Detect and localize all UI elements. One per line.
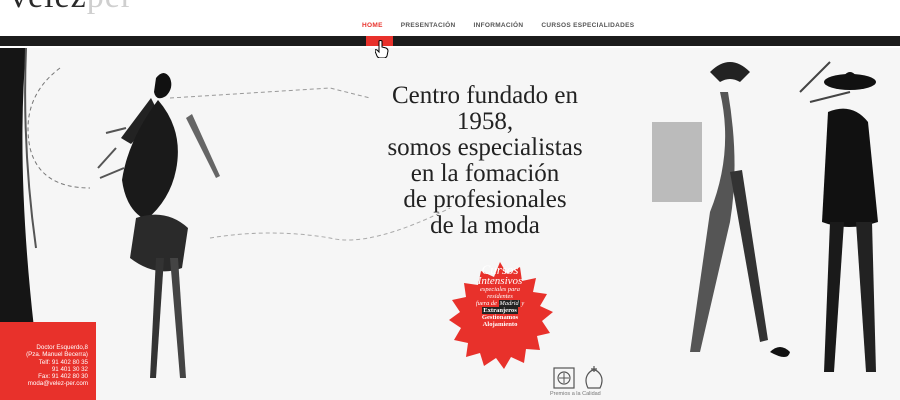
headline-line: en la fomación <box>410 160 560 187</box>
phone-1: Telf: 91 402 80 35 <box>38 358 88 366</box>
headline-line: Centro fundado en <box>391 82 579 109</box>
headline-line: somos especialistas <box>387 134 583 161</box>
address-line-2: (Pza. Manuel Becerra) <box>26 351 88 359</box>
awards-icons <box>553 366 603 389</box>
cursor-hand-icon <box>375 40 389 58</box>
awards-label: Premios a la Calidad <box>550 391 601 397</box>
phone-2: 91 401 30 32 <box>51 365 88 373</box>
headline-line: de la moda <box>430 212 540 239</box>
nav-underline-bar <box>0 36 900 46</box>
contact-info: Doctor Esquerdo,8 (Pza. Manuel Becerra) … <box>4 344 88 388</box>
award-seal-icon <box>553 367 575 389</box>
logo-text-light: per <box>87 0 133 15</box>
email-link[interactable]: moda@velez-per.com <box>4 380 88 387</box>
headline-line: de profesionales <box>403 186 567 213</box>
site-logo[interactable]: velezper <box>10 0 133 16</box>
hero-headline: Centro fundado en 1958, somos especialis… <box>340 83 630 239</box>
main-nav: HOME PRESENTACIÓN INFORMACIÓN CURSOS ESP… <box>362 22 652 29</box>
nav-item-presentacion[interactable]: PRESENTACIÓN <box>401 22 456 29</box>
award-crest-icon <box>585 366 603 389</box>
fashion-sketch-right <box>652 61 878 372</box>
address-line-1: Doctor Esquerdo,8 <box>36 344 88 351</box>
badge-line: residentes <box>487 293 513 300</box>
badge-line: especiales para <box>480 286 520 293</box>
nav-item-informacion[interactable]: INFORMACIÓN <box>473 22 523 29</box>
curtain-decoration <box>0 48 37 328</box>
nav-item-home[interactable]: HOME <box>362 22 383 29</box>
badge-line-madrid: fuera de Madrid y <box>475 300 525 307</box>
courses-badge-text[interactable]: Cursos Intensivos especiales para reside… <box>446 263 554 329</box>
badge-line: Alojamiento <box>482 321 518 329</box>
headline-line: 1958, <box>456 108 514 135</box>
badge-line: Gestionamos <box>481 314 519 322</box>
badge-subtitle: Intensivos <box>477 275 523 287</box>
logo-text-dark: velez <box>10 0 87 15</box>
fax: Fax: 91 402 80 30 <box>38 373 88 381</box>
header: velezper HOME PRESENTACIÓN INFORMACIÓN C… <box>0 0 900 36</box>
badge-line: Extranjeros <box>482 307 518 314</box>
nav-item-cursos-especialidades[interactable]: CURSOS ESPECIALIDADES <box>541 22 634 29</box>
